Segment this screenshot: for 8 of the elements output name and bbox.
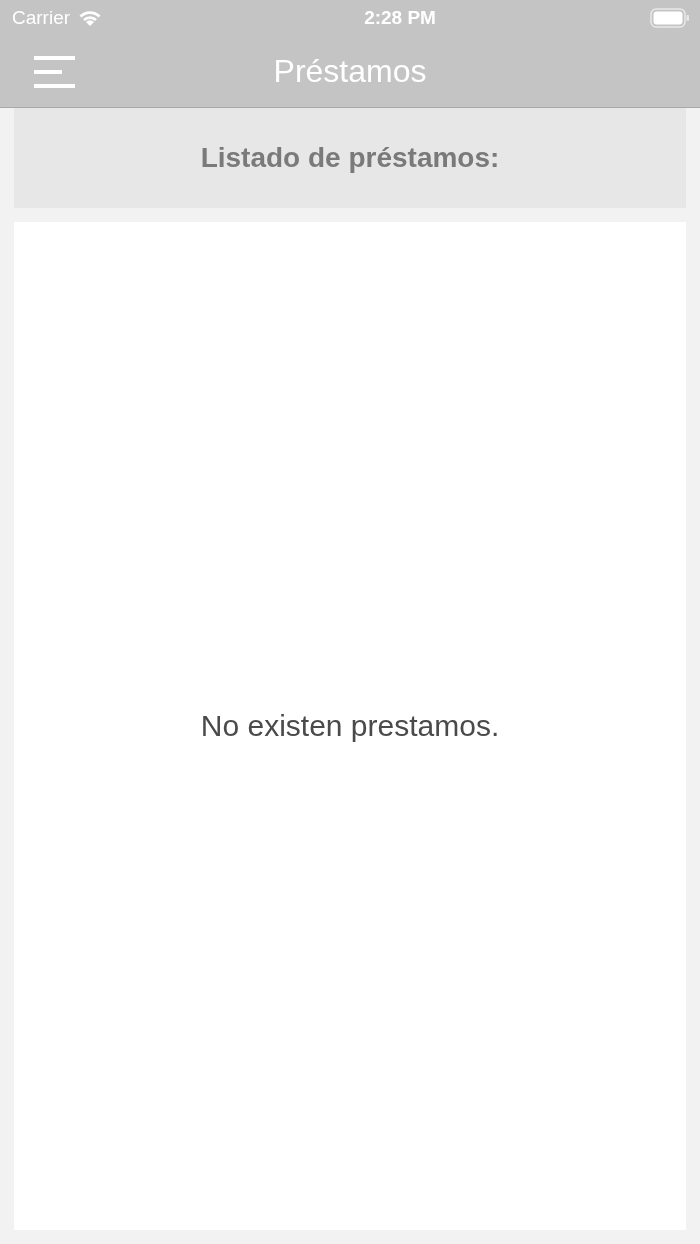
list-header-label: Listado de préstamos:	[200, 142, 500, 174]
battery-icon	[650, 8, 690, 28]
menu-button[interactable]	[34, 56, 76, 88]
empty-message: No existen prestamos.	[200, 709, 500, 743]
nav-title: Préstamos	[273, 53, 427, 90]
carrier-label: Carrier	[12, 7, 71, 29]
status-time: 2:28 PM	[364, 7, 436, 29]
wifi-icon	[78, 9, 103, 27]
